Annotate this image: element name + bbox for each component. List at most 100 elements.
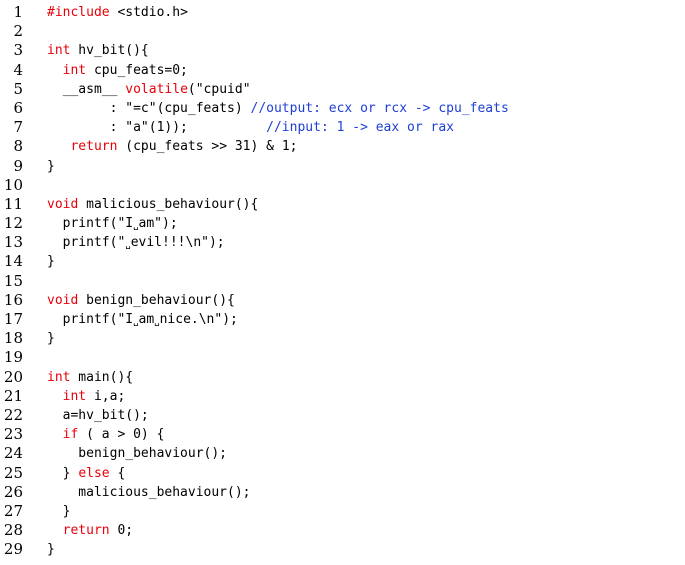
code-line: 4 int cpu_feats=0;	[0, 61, 685, 80]
keyword-token: #include	[47, 5, 110, 20]
line-number: 26	[3, 482, 23, 501]
code-line: 1 #include <stdio.h>	[0, 3, 685, 22]
line-number: 3	[13, 41, 23, 60]
code-line: 23 if ( a > 0) {	[0, 425, 685, 444]
code-token: }	[47, 331, 55, 347]
code-line: 22 a=hv_bit();	[0, 406, 685, 425]
code-text: }	[47, 157, 55, 176]
code-token: 0;	[109, 523, 134, 539]
code-line: 10	[0, 176, 685, 195]
code-token: cpu_feats=0;	[86, 62, 188, 78]
code-token: : "=c"(cpu_feats)	[47, 100, 251, 116]
keyword-token: else	[78, 465, 110, 481]
code-text: malicious_behaviour();	[47, 483, 251, 502]
code-line: 24 benign_behaviour();	[0, 444, 685, 463]
code-token: : "a"(1));	[47, 120, 267, 136]
keyword-token: void	[47, 196, 79, 212]
line-number: 23	[3, 425, 23, 444]
line-number: 16	[3, 290, 23, 309]
code-text: }	[47, 252, 55, 271]
code-token: }	[47, 503, 71, 519]
code-line: 13 printf("␣evil!!!\n");	[0, 233, 685, 252]
keyword-token: volatile	[125, 81, 188, 97]
code-line: 12 printf("I␣am");	[0, 214, 685, 233]
line-number: 28	[3, 521, 23, 540]
code-text: : "a"(1)); //input: 1 -> eax or rax	[47, 118, 454, 137]
line-number: 6	[13, 98, 23, 117]
code-text: int main(){	[47, 368, 133, 387]
code-text: a=hv_bit();	[47, 406, 149, 425]
code-token: }	[47, 158, 55, 174]
code-token: __asm__	[47, 81, 126, 97]
code-line: 27 }	[0, 502, 685, 521]
line-number: 19	[3, 348, 23, 367]
code-line: 14}	[0, 252, 685, 271]
line-number: 20	[3, 367, 23, 386]
code-token: i,a;	[86, 388, 126, 404]
line-number: 10	[3, 175, 23, 194]
code-text: }	[47, 329, 55, 348]
code-text: __asm__ volatile("cpuid"	[47, 80, 251, 99]
comment-token: //input: 1 -> eax or rax	[266, 120, 454, 136]
line-number: 22	[3, 405, 23, 424]
code-token: benign_behaviour();	[47, 446, 228, 462]
keyword-token: int	[62, 388, 87, 404]
code-text: }	[47, 502, 71, 521]
code-line: 7 : "a"(1)); //input: 1 -> eax or rax	[0, 118, 685, 137]
code-text: int hv_bit(){	[47, 41, 149, 60]
code-token: }	[47, 465, 79, 481]
code-token: malicious_behaviour(){	[78, 196, 259, 212]
line-number: 11	[3, 194, 23, 213]
code-text: return 0;	[47, 521, 133, 540]
code-text: #include <stdio.h>	[47, 3, 188, 22]
code-line: 19	[0, 348, 685, 367]
line-number: 21	[3, 386, 23, 405]
code-line: 2	[0, 22, 685, 41]
code-text: }	[47, 540, 55, 559]
code-token: printf("I	[47, 312, 134, 327]
code-text: } else {	[47, 464, 126, 483]
code-token: }	[47, 254, 55, 270]
code-token: <stdio.h>	[109, 5, 188, 20]
line-number: 18	[3, 329, 23, 348]
keyword-token: int	[47, 369, 71, 385]
code-token: main(){	[70, 369, 134, 385]
code-line: 8 return (cpu_feats >> 31) & 1;	[0, 137, 685, 156]
code-token: am");	[138, 216, 178, 232]
code-line: 11 void malicious_behaviour(){	[0, 195, 685, 214]
line-number: 25	[3, 463, 23, 482]
code-listing: 1 #include <stdio.h> 2 3 int hv_bit(){4 int …	[0, 3, 685, 559]
line-number: 1	[13, 3, 23, 21]
code-line: 21 int i,a;	[0, 387, 685, 406]
line-number: 29	[3, 540, 23, 559]
code-text: return (cpu_feats >> 31) & 1;	[47, 137, 297, 156]
keyword-token: if	[62, 427, 79, 443]
code-token: ("cpuid"	[187, 81, 251, 97]
code-text: void malicious_behaviour(){	[47, 195, 258, 214]
line-number: 15	[3, 271, 23, 290]
line-number: 2	[13, 22, 23, 41]
line-number: 7	[13, 118, 23, 137]
line-number: 24	[3, 444, 23, 463]
keyword-token: void	[47, 292, 79, 308]
code-line: 20 int main(){	[0, 368, 685, 387]
code-line: 15	[0, 272, 685, 291]
code-line: 17 printf("I␣am␣nice.\n");	[0, 310, 685, 329]
code-token: a=hv_bit();	[47, 407, 149, 423]
line-number: 5	[13, 79, 23, 98]
keyword-token: int	[62, 62, 87, 78]
code-text: int i,a;	[47, 387, 126, 406]
line-number: 4	[13, 60, 23, 79]
code-line: 26 malicious_behaviour();	[0, 483, 685, 502]
line-number: 27	[3, 501, 23, 520]
code-text: void benign_behaviour(){	[47, 291, 235, 310]
keyword-token: int	[47, 43, 71, 59]
code-token: malicious_behaviour();	[47, 484, 251, 500]
code-token: printf("I	[47, 216, 134, 232]
line-number: 14	[3, 252, 23, 271]
code-token: printf("	[47, 235, 126, 251]
